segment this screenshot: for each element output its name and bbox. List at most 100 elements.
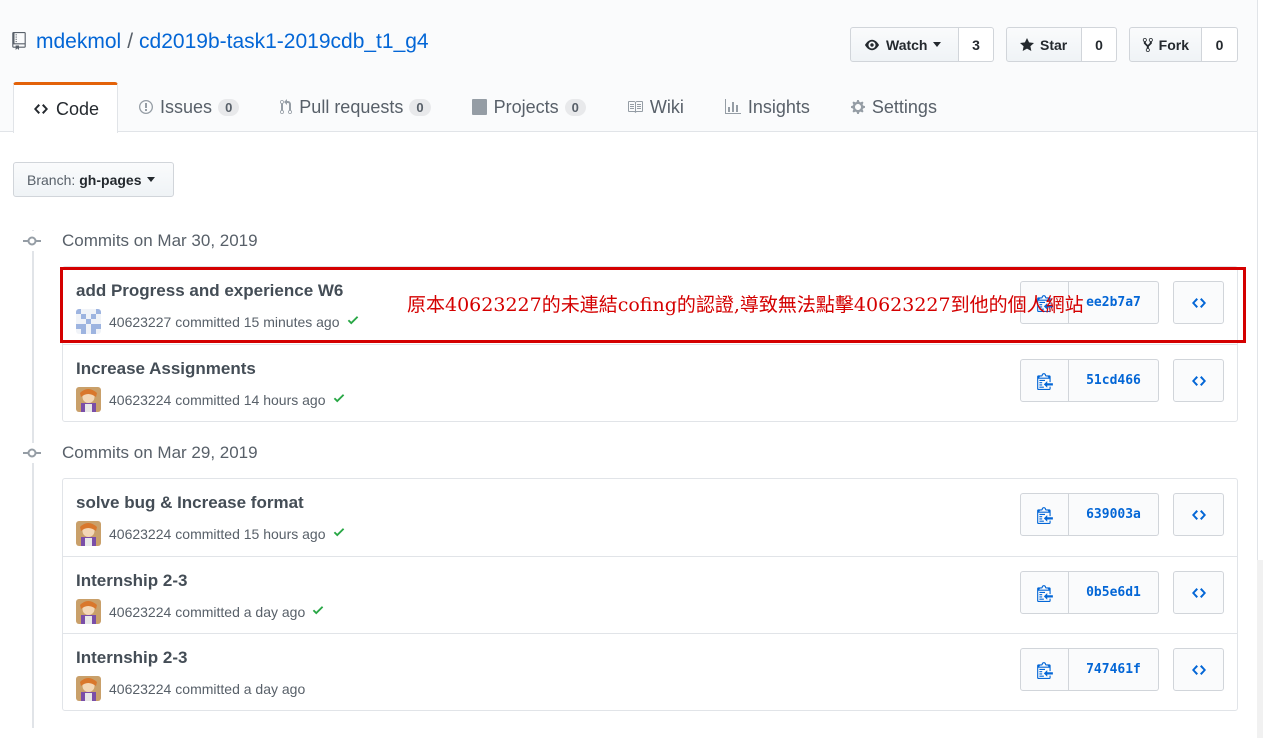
avatar[interactable] [76, 521, 101, 546]
check-icon[interactable] [332, 391, 346, 408]
commit-group-heading: Commits on Mar 29, 2019 [22, 443, 258, 463]
repo-icon [12, 32, 28, 52]
sha-group: 0b5e6d1 [1020, 571, 1159, 614]
commit-row: Internship 2-3 40623224 committed a day … [63, 633, 1237, 710]
commit-author[interactable]: 40623224 [109, 526, 171, 542]
commit-sha-link[interactable]: 747461f [1069, 648, 1159, 691]
branch-value: gh-pages [79, 171, 142, 188]
watch-button[interactable]: Watch [850, 27, 959, 62]
commit-message[interactable]: solve bug & Increase format [76, 493, 304, 513]
branch-label: Branch: [27, 171, 76, 188]
copy-sha-button[interactable] [1020, 571, 1069, 614]
tab-issues[interactable]: Issues 0 [118, 82, 259, 132]
commit-row: Increase Assignments 40623224 committed … [63, 344, 1237, 421]
issue-icon [139, 100, 154, 114]
tab-settings[interactable]: Settings [830, 82, 957, 132]
copy-sha-button[interactable] [1020, 359, 1069, 402]
star-count[interactable]: 0 [1082, 27, 1117, 62]
code-icon [1191, 587, 1206, 598]
tab-pull-requests[interactable]: Pull requests 0 [259, 82, 450, 132]
commit-sha-link[interactable]: 639003a [1069, 493, 1159, 536]
fork-count[interactable]: 0 [1202, 27, 1238, 62]
commit-author[interactable]: 40623224 [109, 392, 171, 408]
commit-sha-link[interactable]: 0b5e6d1 [1069, 571, 1159, 614]
commit-meta: 40623224 committed a day ago [76, 599, 325, 624]
avatar[interactable] [76, 387, 101, 412]
commit-timeline-icon [22, 728, 42, 748]
repo-name-link[interactable]: cd2019b-task1-2019cdb_t1_g4 [139, 30, 429, 54]
fork-label: Fork [1158, 36, 1189, 53]
clipboard-icon [1036, 506, 1053, 524]
code-icon [1191, 509, 1206, 520]
fork-button[interactable]: Fork [1129, 27, 1202, 62]
sha-group: 639003a [1020, 493, 1159, 536]
repo-nav-tabs: Code Issues 0 Pull requests 0 Projects 0… [13, 82, 957, 133]
commit-message[interactable]: Increase Assignments [76, 359, 256, 379]
scrollbar-thumb[interactable] [1257, 0, 1263, 560]
code-icon [1191, 664, 1206, 675]
commit-author[interactable]: 40623224 [109, 604, 171, 620]
fork-icon [1142, 37, 1153, 52]
browse-repo-button[interactable] [1173, 281, 1224, 324]
avatar[interactable] [76, 676, 101, 701]
tab-projects-count: 0 [564, 98, 586, 116]
tab-projects[interactable]: Projects 0 [451, 82, 606, 132]
watch-group: Watch 3 [850, 27, 994, 62]
star-button[interactable]: Star [1006, 27, 1082, 62]
browse-repo-button[interactable] [1173, 359, 1224, 402]
annotation-text: 原本40623227的未連結cofing的認證,導致無法點擊40623227到他… [407, 294, 1084, 316]
tab-pull-requests-label: Pull requests [299, 96, 404, 117]
copy-sha-button[interactable] [1020, 648, 1069, 691]
commit-sha-link[interactable]: 51cd466 [1069, 359, 1159, 402]
watch-label: Watch [886, 36, 928, 53]
browse-repo-button[interactable] [1173, 571, 1224, 614]
code-icon [34, 104, 48, 114]
commit-group-heading: Commits on Mar 30, 2019 [22, 231, 258, 251]
gear-icon [850, 100, 865, 114]
branch-select-button[interactable]: Branch: gh-pages [13, 162, 174, 197]
commit-time: committed a day ago [175, 680, 306, 697]
tab-issues-label: Issues [160, 96, 213, 117]
clipboard-icon [1036, 372, 1053, 390]
clipboard-icon [1036, 661, 1053, 679]
avatar[interactable] [76, 599, 101, 624]
tab-insights[interactable]: Insights [704, 82, 830, 132]
chevron-down-icon [147, 177, 156, 182]
fork-group: Fork 0 [1129, 27, 1238, 62]
commit-meta: 40623224 committed 14 hours ago [76, 387, 346, 412]
commit-meta: 40623227 committed 15 minutes ago [76, 309, 360, 334]
eye-icon [865, 39, 879, 50]
tab-insights-label: Insights [747, 96, 810, 117]
commit-timeline-icon [22, 443, 42, 463]
tab-issues-count: 0 [218, 98, 240, 116]
commit-timeline-icon [22, 231, 42, 251]
browse-repo-button[interactable] [1173, 648, 1224, 691]
commit-author[interactable]: 40623227 [109, 314, 171, 330]
tab-settings-label: Settings [871, 96, 937, 117]
tab-wiki-label: Wiki [649, 96, 684, 117]
commit-time: committed 14 hours ago [175, 391, 326, 408]
repo-owner-link[interactable]: mdekmol [36, 30, 121, 54]
commit-time: committed a day ago [175, 603, 306, 620]
graph-icon [724, 99, 741, 114]
watch-count[interactable]: 3 [959, 27, 994, 62]
commit-message[interactable]: add Progress and experience W6 [76, 281, 343, 301]
chevron-down-icon [933, 42, 942, 47]
avatar[interactable] [76, 309, 101, 334]
check-icon[interactable] [311, 603, 325, 620]
commit-author[interactable]: 40623224 [109, 681, 171, 697]
commit-meta: 40623224 committed a day ago [76, 676, 305, 701]
browse-repo-button[interactable] [1173, 493, 1224, 536]
commit-message[interactable]: Internship 2-3 [76, 648, 187, 668]
commit-message[interactable]: Internship 2-3 [76, 571, 187, 591]
sha-group: 51cd466 [1020, 359, 1159, 402]
tab-pull-requests-count: 0 [409, 98, 431, 116]
tab-wiki[interactable]: Wiki [606, 82, 704, 132]
check-icon[interactable] [346, 313, 360, 330]
check-icon[interactable] [332, 525, 346, 542]
tab-code[interactable]: Code [13, 82, 119, 133]
copy-sha-button[interactable] [1020, 493, 1069, 536]
code-icon [1191, 297, 1206, 308]
clipboard-icon [1036, 584, 1053, 602]
page-scrollbar[interactable] [1257, 0, 1263, 738]
